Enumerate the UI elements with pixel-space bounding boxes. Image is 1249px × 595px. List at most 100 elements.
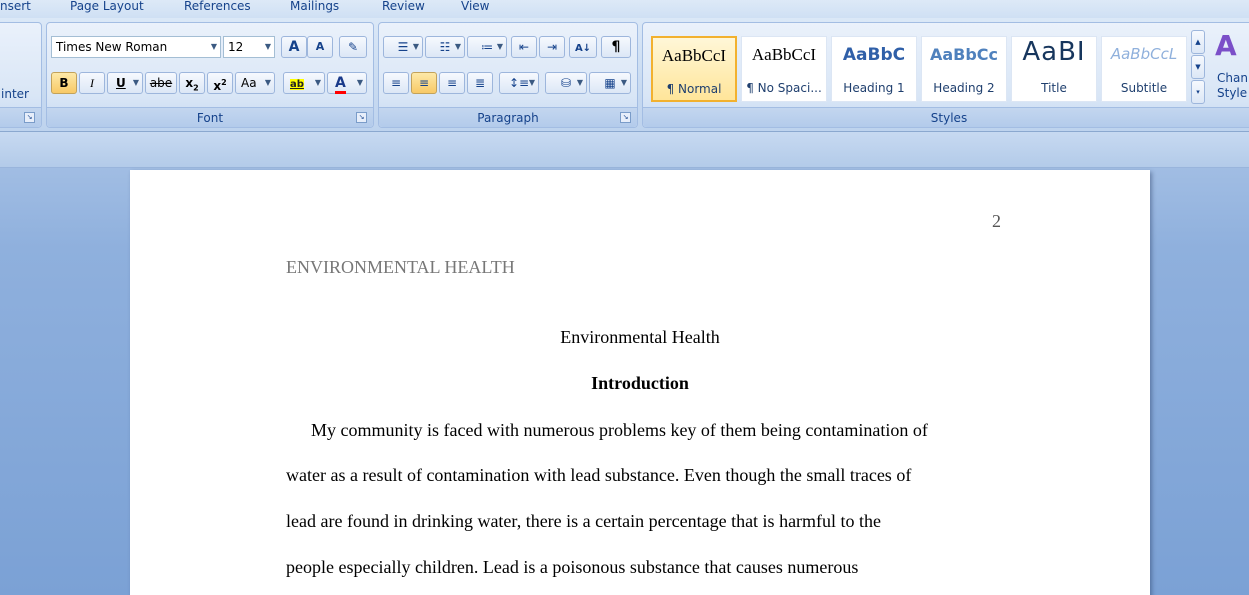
- style-heading-2[interactable]: AaBbCc Heading 2: [921, 36, 1007, 102]
- ribbon: inter ↘ Times New Roman ▼ 12 ▼ A A ✎ B I…: [0, 18, 1249, 132]
- multilevel-list-button[interactable]: ≔ ▼: [467, 36, 507, 58]
- section-heading: Introduction: [591, 373, 689, 393]
- style-name: Subtitle: [1120, 81, 1168, 95]
- chevron-down-icon: ▼: [528, 78, 535, 87]
- document-page[interactable]: 2 ENVIRONMENTAL HEALTH Environmental Hea…: [130, 170, 1150, 595]
- borders-button[interactable]: ▦ ▼: [589, 72, 631, 94]
- chevron-down-icon: ▼: [1195, 63, 1201, 71]
- shading-button[interactable]: ⛁ ▼: [545, 72, 587, 94]
- underline-icon: U: [116, 76, 126, 90]
- increase-indent-button[interactable]: ⇥: [539, 36, 565, 58]
- superscript-icon: x: [213, 79, 222, 93]
- align-right-icon: ≡: [446, 76, 458, 90]
- tab-review[interactable]: Review: [382, 0, 425, 16]
- style-sample: AaBI: [1022, 37, 1086, 67]
- gallery-more-button[interactable]: ▾: [1191, 80, 1205, 104]
- change-styles-button[interactable]: A Chan Style: [1209, 29, 1249, 109]
- align-center-button[interactable]: ≡: [411, 72, 437, 94]
- style-subtitle[interactable]: AaBbCcL Subtitle: [1101, 36, 1187, 102]
- strikethrough-button[interactable]: abe: [145, 72, 177, 94]
- paragraph-group-label: Paragraph: [379, 107, 637, 127]
- style-sample: AaBbCcI: [661, 46, 727, 65]
- clipboard-group: inter ↘: [0, 22, 42, 128]
- tab-insert[interactable]: nsert: [0, 0, 31, 16]
- change-case-button[interactable]: Aa ▼: [235, 72, 275, 94]
- superscript-button[interactable]: x2: [207, 72, 233, 94]
- clear-formatting-button[interactable]: ✎: [339, 36, 367, 58]
- change-styles-label: Style: [1217, 86, 1248, 100]
- justify-button[interactable]: ≣: [467, 72, 493, 94]
- numbering-icon: ☷: [439, 40, 451, 54]
- font-name-select[interactable]: Times New Roman ▼: [51, 36, 221, 58]
- line-spacing-button[interactable]: ↕≡ ▼: [499, 72, 539, 94]
- chevron-down-icon: ▼: [210, 42, 217, 51]
- tab-references[interactable]: References: [184, 0, 251, 16]
- style-sample: AaBbCc: [929, 45, 999, 64]
- font-group: Times New Roman ▼ 12 ▼ A A ✎ B I U ▼ abe: [46, 22, 374, 128]
- decrease-indent-button[interactable]: ⇤: [511, 36, 537, 58]
- styles-group-label: Styles: [643, 107, 1249, 127]
- ribbon-tab-bar: nsert Page Layout References Mailings Re…: [0, 0, 1249, 18]
- paragraph-launcher-icon[interactable]: ↘: [620, 112, 631, 123]
- font-color-button[interactable]: A ▼: [327, 72, 367, 94]
- align-right-button[interactable]: ≡: [439, 72, 465, 94]
- italic-button[interactable]: I: [79, 72, 105, 94]
- page-number: 2: [992, 211, 1001, 231]
- chevron-down-icon: ▼: [620, 78, 627, 87]
- justify-icon: ≣: [474, 76, 486, 90]
- italic-icon: I: [90, 76, 94, 90]
- border-icon: ▦: [604, 76, 616, 90]
- chevron-down-icon: ▼: [314, 78, 321, 87]
- numbering-button[interactable]: ☷ ▼: [425, 36, 465, 58]
- chevron-up-icon: ▲: [1195, 38, 1201, 46]
- style-no-spacing[interactable]: AaBbCcI ¶ No Spaci...: [741, 36, 827, 102]
- change-styles-icon: A: [1215, 29, 1237, 62]
- style-name: ¶ No Spaci...: [746, 81, 822, 95]
- font-color-icon: A: [335, 75, 346, 94]
- clear-formatting-icon: ✎: [347, 40, 359, 54]
- strikethrough-icon: abe: [149, 76, 173, 90]
- grow-font-button[interactable]: A: [281, 36, 307, 58]
- bullets-button[interactable]: ☰ ▼: [383, 36, 423, 58]
- font-launcher-icon[interactable]: ↘: [356, 112, 367, 123]
- style-sample: AaBbC: [842, 45, 906, 65]
- paragraph-group: ☰ ▼ ☷ ▼ ≔ ▼ ⇤ ⇥ A↓ ¶ ≡ ≡ ≡ ≣ ↕≡ ▼ ⛁ ▼ ▦ …: [378, 22, 638, 128]
- underline-button[interactable]: U ▼: [107, 72, 143, 94]
- body-line: My community is faced with numerous prob…: [311, 420, 928, 440]
- chevron-down-icon: ▼: [356, 78, 363, 87]
- subscript-icon: x: [185, 76, 194, 90]
- highlight-button[interactable]: ab ▼: [283, 72, 325, 94]
- sort-button[interactable]: A↓: [569, 36, 597, 58]
- align-left-button[interactable]: ≡: [383, 72, 409, 94]
- format-painter-button[interactable]: inter: [1, 87, 29, 101]
- gallery-scroll-up-button[interactable]: ▲: [1191, 30, 1205, 54]
- paint-bucket-icon: ⛁: [560, 76, 572, 90]
- document-title: Environmental Health: [560, 327, 720, 347]
- body-line: water as a result of contamination with …: [286, 465, 912, 485]
- subscript-button[interactable]: x2: [179, 72, 205, 94]
- font-size-value: 12: [228, 40, 244, 54]
- line-spacing-icon: ↕≡: [508, 76, 530, 90]
- pilcrow-icon: ¶: [611, 39, 621, 55]
- tab-page-layout[interactable]: Page Layout: [70, 0, 144, 16]
- font-size-select[interactable]: 12 ▼: [223, 36, 275, 58]
- style-title[interactable]: AaBI Title: [1011, 36, 1097, 102]
- style-normal[interactable]: AaBbCcI ¶ Normal: [651, 36, 737, 102]
- style-sample: AaBbCcI: [751, 45, 817, 64]
- change-styles-label: Chan: [1217, 71, 1248, 85]
- running-head: ENVIRONMENTAL HEALTH: [286, 257, 515, 277]
- clipboard-launcher-icon[interactable]: ↘: [24, 112, 35, 123]
- chevron-down-icon: ▼: [132, 78, 139, 87]
- gallery-scroll-down-button[interactable]: ▼: [1191, 55, 1205, 79]
- align-center-icon: ≡: [418, 76, 430, 90]
- style-name: Heading 2: [933, 81, 995, 95]
- document-workspace: 2 ENVIRONMENTAL HEALTH Environmental Hea…: [0, 132, 1249, 595]
- shrink-font-button[interactable]: A: [307, 36, 333, 58]
- show-formatting-marks-button[interactable]: ¶: [601, 36, 631, 58]
- tab-view[interactable]: View: [461, 0, 489, 16]
- style-name: Heading 1: [843, 81, 905, 95]
- bold-button[interactable]: B: [51, 72, 77, 94]
- tab-mailings[interactable]: Mailings: [290, 0, 339, 16]
- bold-icon: B: [59, 76, 69, 90]
- style-heading-1[interactable]: AaBbC Heading 1: [831, 36, 917, 102]
